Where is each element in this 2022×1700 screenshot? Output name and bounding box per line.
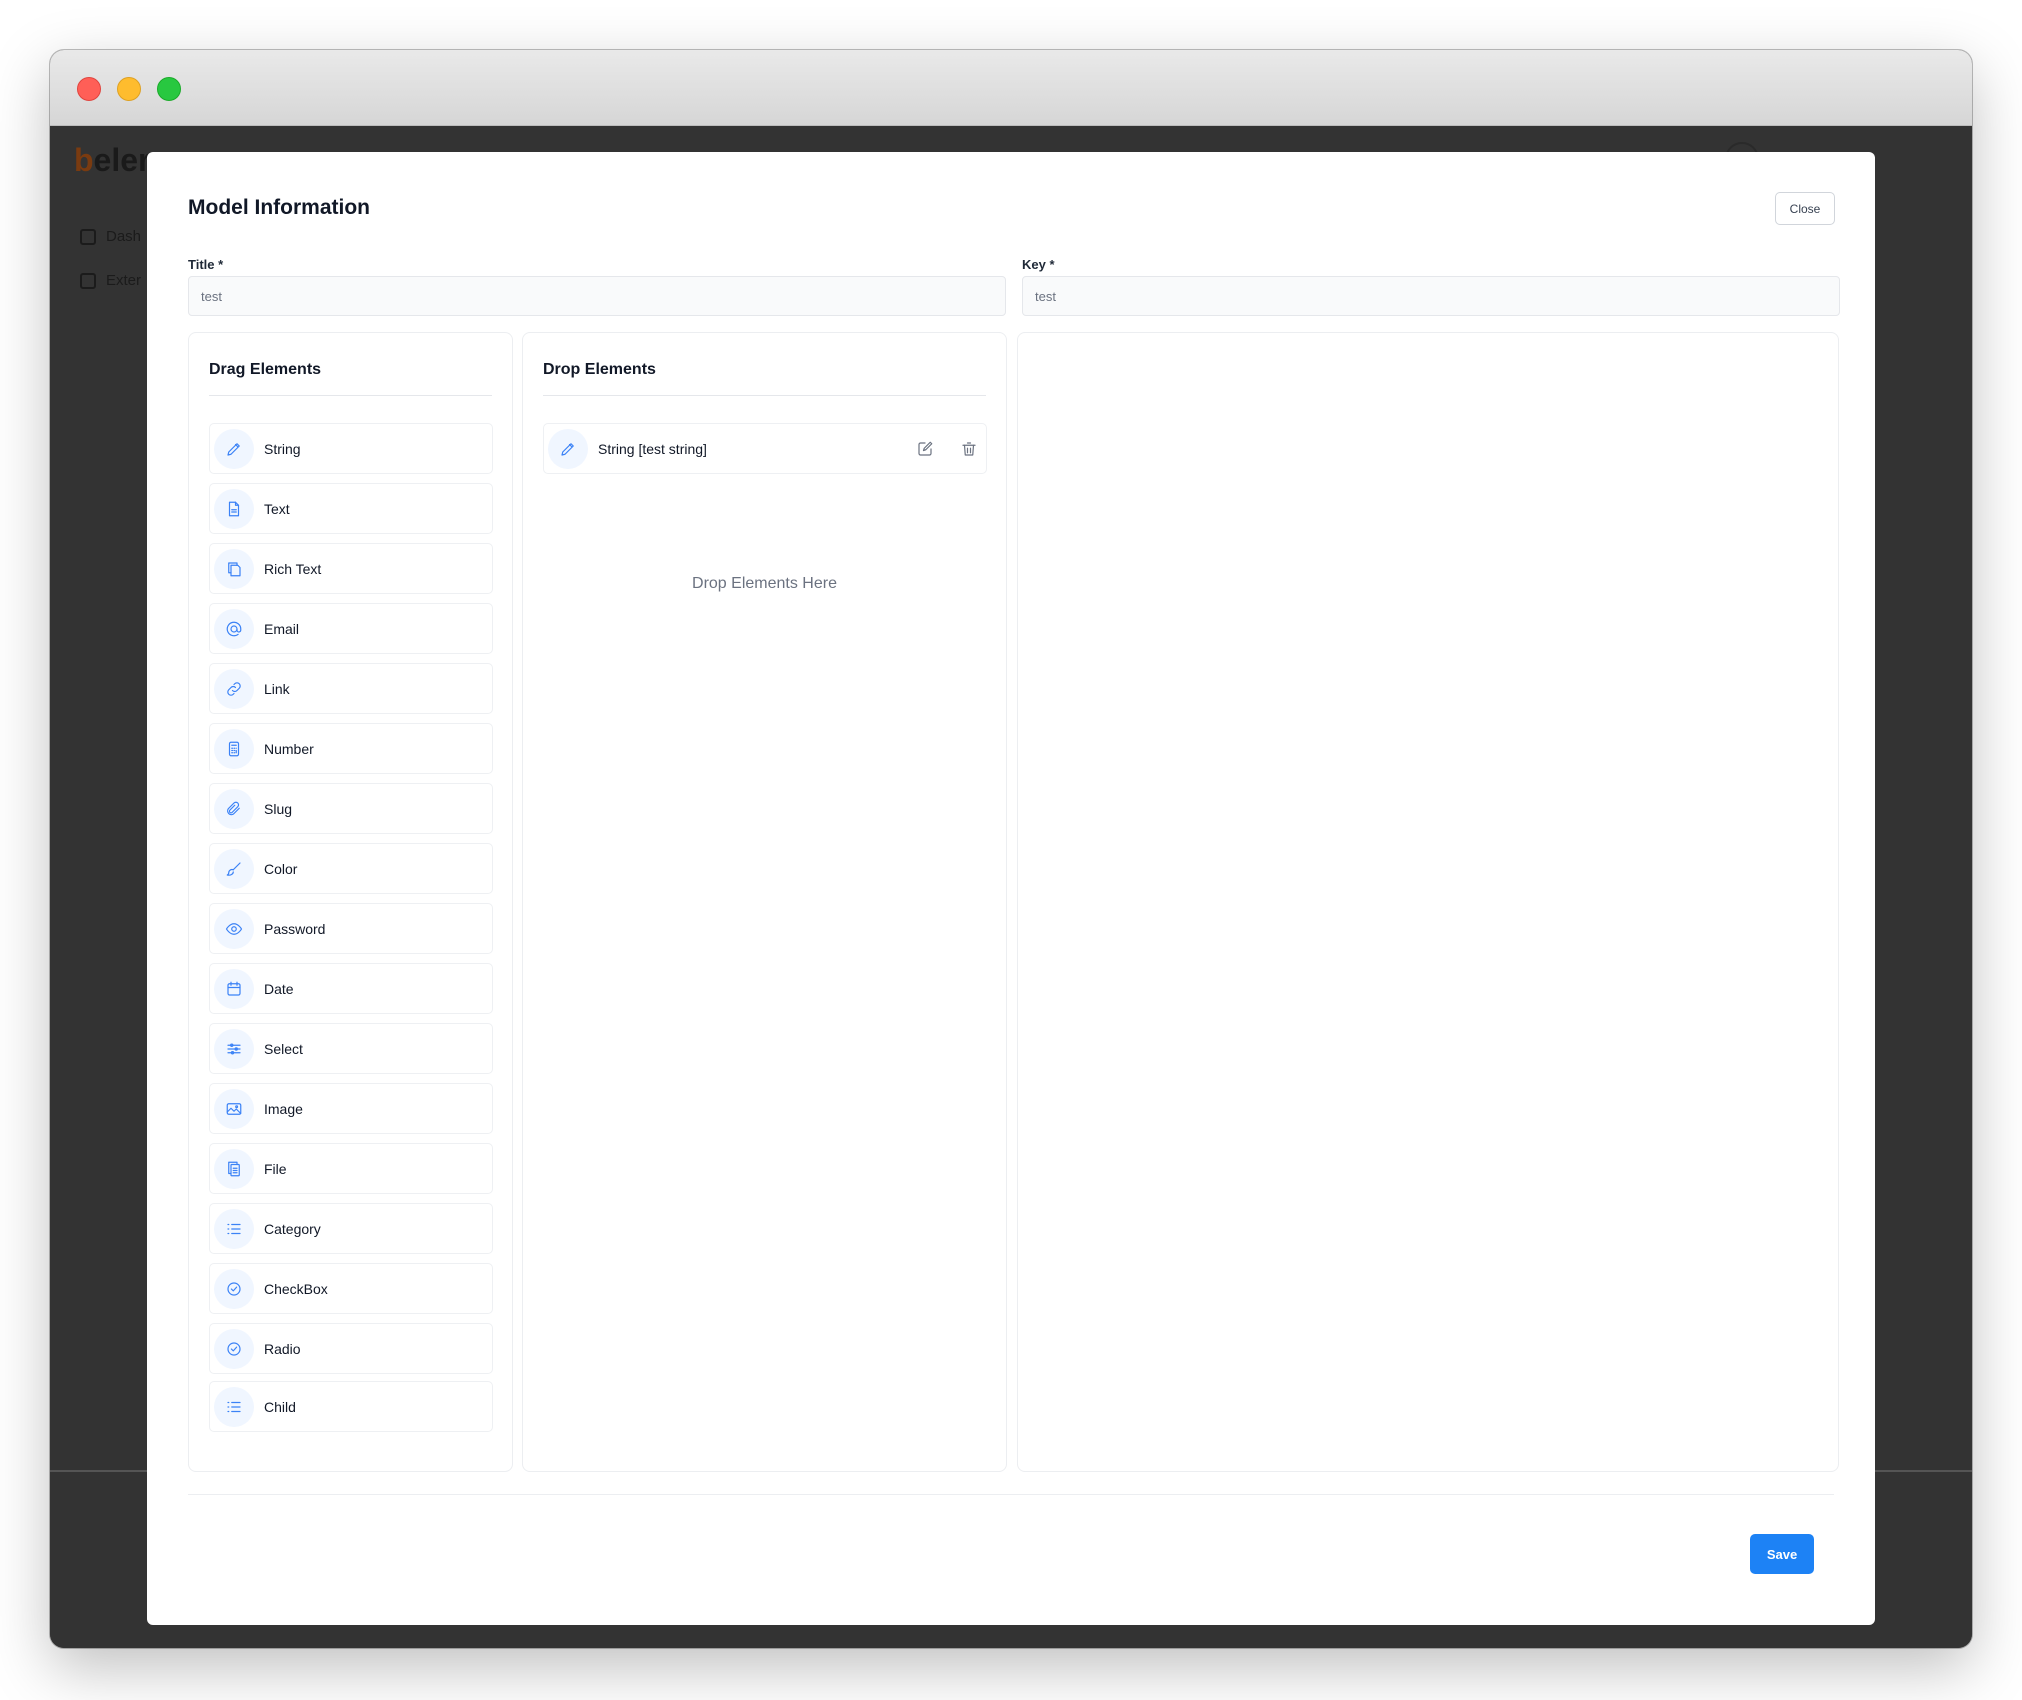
drag-item-email[interactable]: Email — [209, 603, 493, 654]
brush-icon — [214, 848, 254, 889]
browser-window: beler Dash Exter Model Information Close… — [50, 50, 1972, 1648]
drop-elements-panel[interactable]: Drop Elements String [test string] Drop … — [522, 332, 1007, 1472]
drag-item-label: File — [264, 1160, 287, 1177]
drag-item-password[interactable]: Password — [209, 903, 493, 954]
drag-elements-panel: Drag Elements String Text Rich Text Emai… — [188, 332, 513, 1472]
drag-item-radio[interactable]: Radio — [209, 1323, 493, 1374]
list-icon — [214, 1208, 254, 1249]
drag-item-label: CheckBox — [264, 1280, 328, 1297]
drag-item-label: Text — [264, 500, 290, 517]
files-icon — [214, 1148, 254, 1189]
list-icon — [214, 1386, 254, 1427]
drag-item-child[interactable]: Child — [209, 1381, 493, 1432]
drag-item-label: Category — [264, 1220, 321, 1237]
image-icon — [214, 1088, 254, 1129]
drag-item-label: Child — [264, 1398, 296, 1415]
drag-item-date[interactable]: Date — [209, 963, 493, 1014]
sliders-icon — [214, 1028, 254, 1069]
title-input[interactable] — [188, 276, 1006, 316]
paperclip-icon — [214, 788, 254, 829]
drag-item-rich-text[interactable]: Rich Text — [209, 543, 493, 594]
maximize-window-button[interactable] — [157, 77, 181, 101]
eye-icon — [214, 908, 254, 949]
drag-item-checkbox[interactable]: CheckBox — [209, 1263, 493, 1314]
save-button[interactable]: Save — [1750, 1534, 1814, 1574]
divider — [188, 1494, 1834, 1495]
drag-item-file[interactable]: File — [209, 1143, 493, 1194]
bg-nav-dashboard: Dash — [80, 228, 141, 245]
pencil-icon — [214, 428, 254, 469]
drag-item-label: Number — [264, 740, 314, 757]
copy-document-icon — [214, 548, 254, 589]
grid-icon — [80, 272, 96, 289]
key-field-label: Key * — [1022, 257, 1055, 272]
drop-panel-heading: Drop Elements — [543, 361, 656, 378]
grid-icon — [80, 228, 96, 245]
dropped-item-string[interactable]: String [test string] — [543, 423, 987, 474]
modal-title: Model Information — [188, 196, 370, 219]
drag-panel-heading: Drag Elements — [209, 361, 322, 378]
app-logo: beler — [74, 142, 151, 178]
drag-item-color[interactable]: Color — [209, 843, 493, 894]
drag-item-number[interactable]: Number — [209, 723, 493, 774]
title-field-label: Title * — [188, 257, 224, 272]
at-sign-icon — [214, 608, 254, 649]
drag-item-label: Select — [264, 1040, 303, 1057]
drag-item-label: Radio — [264, 1340, 301, 1357]
window-titlebar — [50, 50, 1972, 126]
document-icon — [214, 488, 254, 529]
check-circle-icon — [214, 1268, 254, 1309]
drag-item-label: Slug — [264, 800, 293, 817]
calculator-icon — [214, 728, 254, 769]
dropped-item-label: String [test string] — [598, 440, 707, 457]
drag-item-label: Email — [264, 620, 300, 637]
drag-item-text[interactable]: Text — [209, 483, 493, 534]
key-input[interactable] — [1022, 276, 1840, 316]
calendar-icon — [214, 968, 254, 1009]
drag-item-category[interactable]: Category — [209, 1203, 493, 1254]
model-information-modal: Model Information Close Title * Key * Dr… — [147, 152, 1875, 1625]
minimize-window-button[interactable] — [117, 77, 141, 101]
edit-icon[interactable] — [915, 439, 935, 459]
drag-item-select[interactable]: Select — [209, 1023, 493, 1074]
drag-item-label: Rich Text — [264, 560, 322, 577]
drag-item-label: Password — [264, 920, 326, 937]
divider — [543, 395, 986, 396]
drag-item-label: Date — [264, 980, 294, 997]
check-circle-icon — [214, 1328, 254, 1369]
drag-item-slug[interactable]: Slug — [209, 783, 493, 834]
pencil-icon — [548, 428, 588, 469]
link-icon — [214, 668, 254, 709]
close-button[interactable]: Close — [1775, 192, 1835, 225]
element-settings-panel — [1017, 332, 1839, 1472]
drag-item-label: Link — [264, 680, 290, 697]
drop-zone-hint: Drop Elements Here — [692, 575, 837, 592]
drag-item-label: String — [264, 440, 301, 457]
drag-item-string[interactable]: String — [209, 423, 493, 474]
drag-item-link[interactable]: Link — [209, 663, 493, 714]
bg-nav-external: Exter — [80, 272, 141, 289]
drag-item-label: Color — [264, 860, 298, 877]
divider — [209, 395, 492, 396]
close-window-button[interactable] — [77, 77, 101, 101]
trash-icon[interactable] — [959, 439, 979, 459]
drag-item-label: Image — [264, 1100, 303, 1117]
drag-item-image[interactable]: Image — [209, 1083, 493, 1134]
